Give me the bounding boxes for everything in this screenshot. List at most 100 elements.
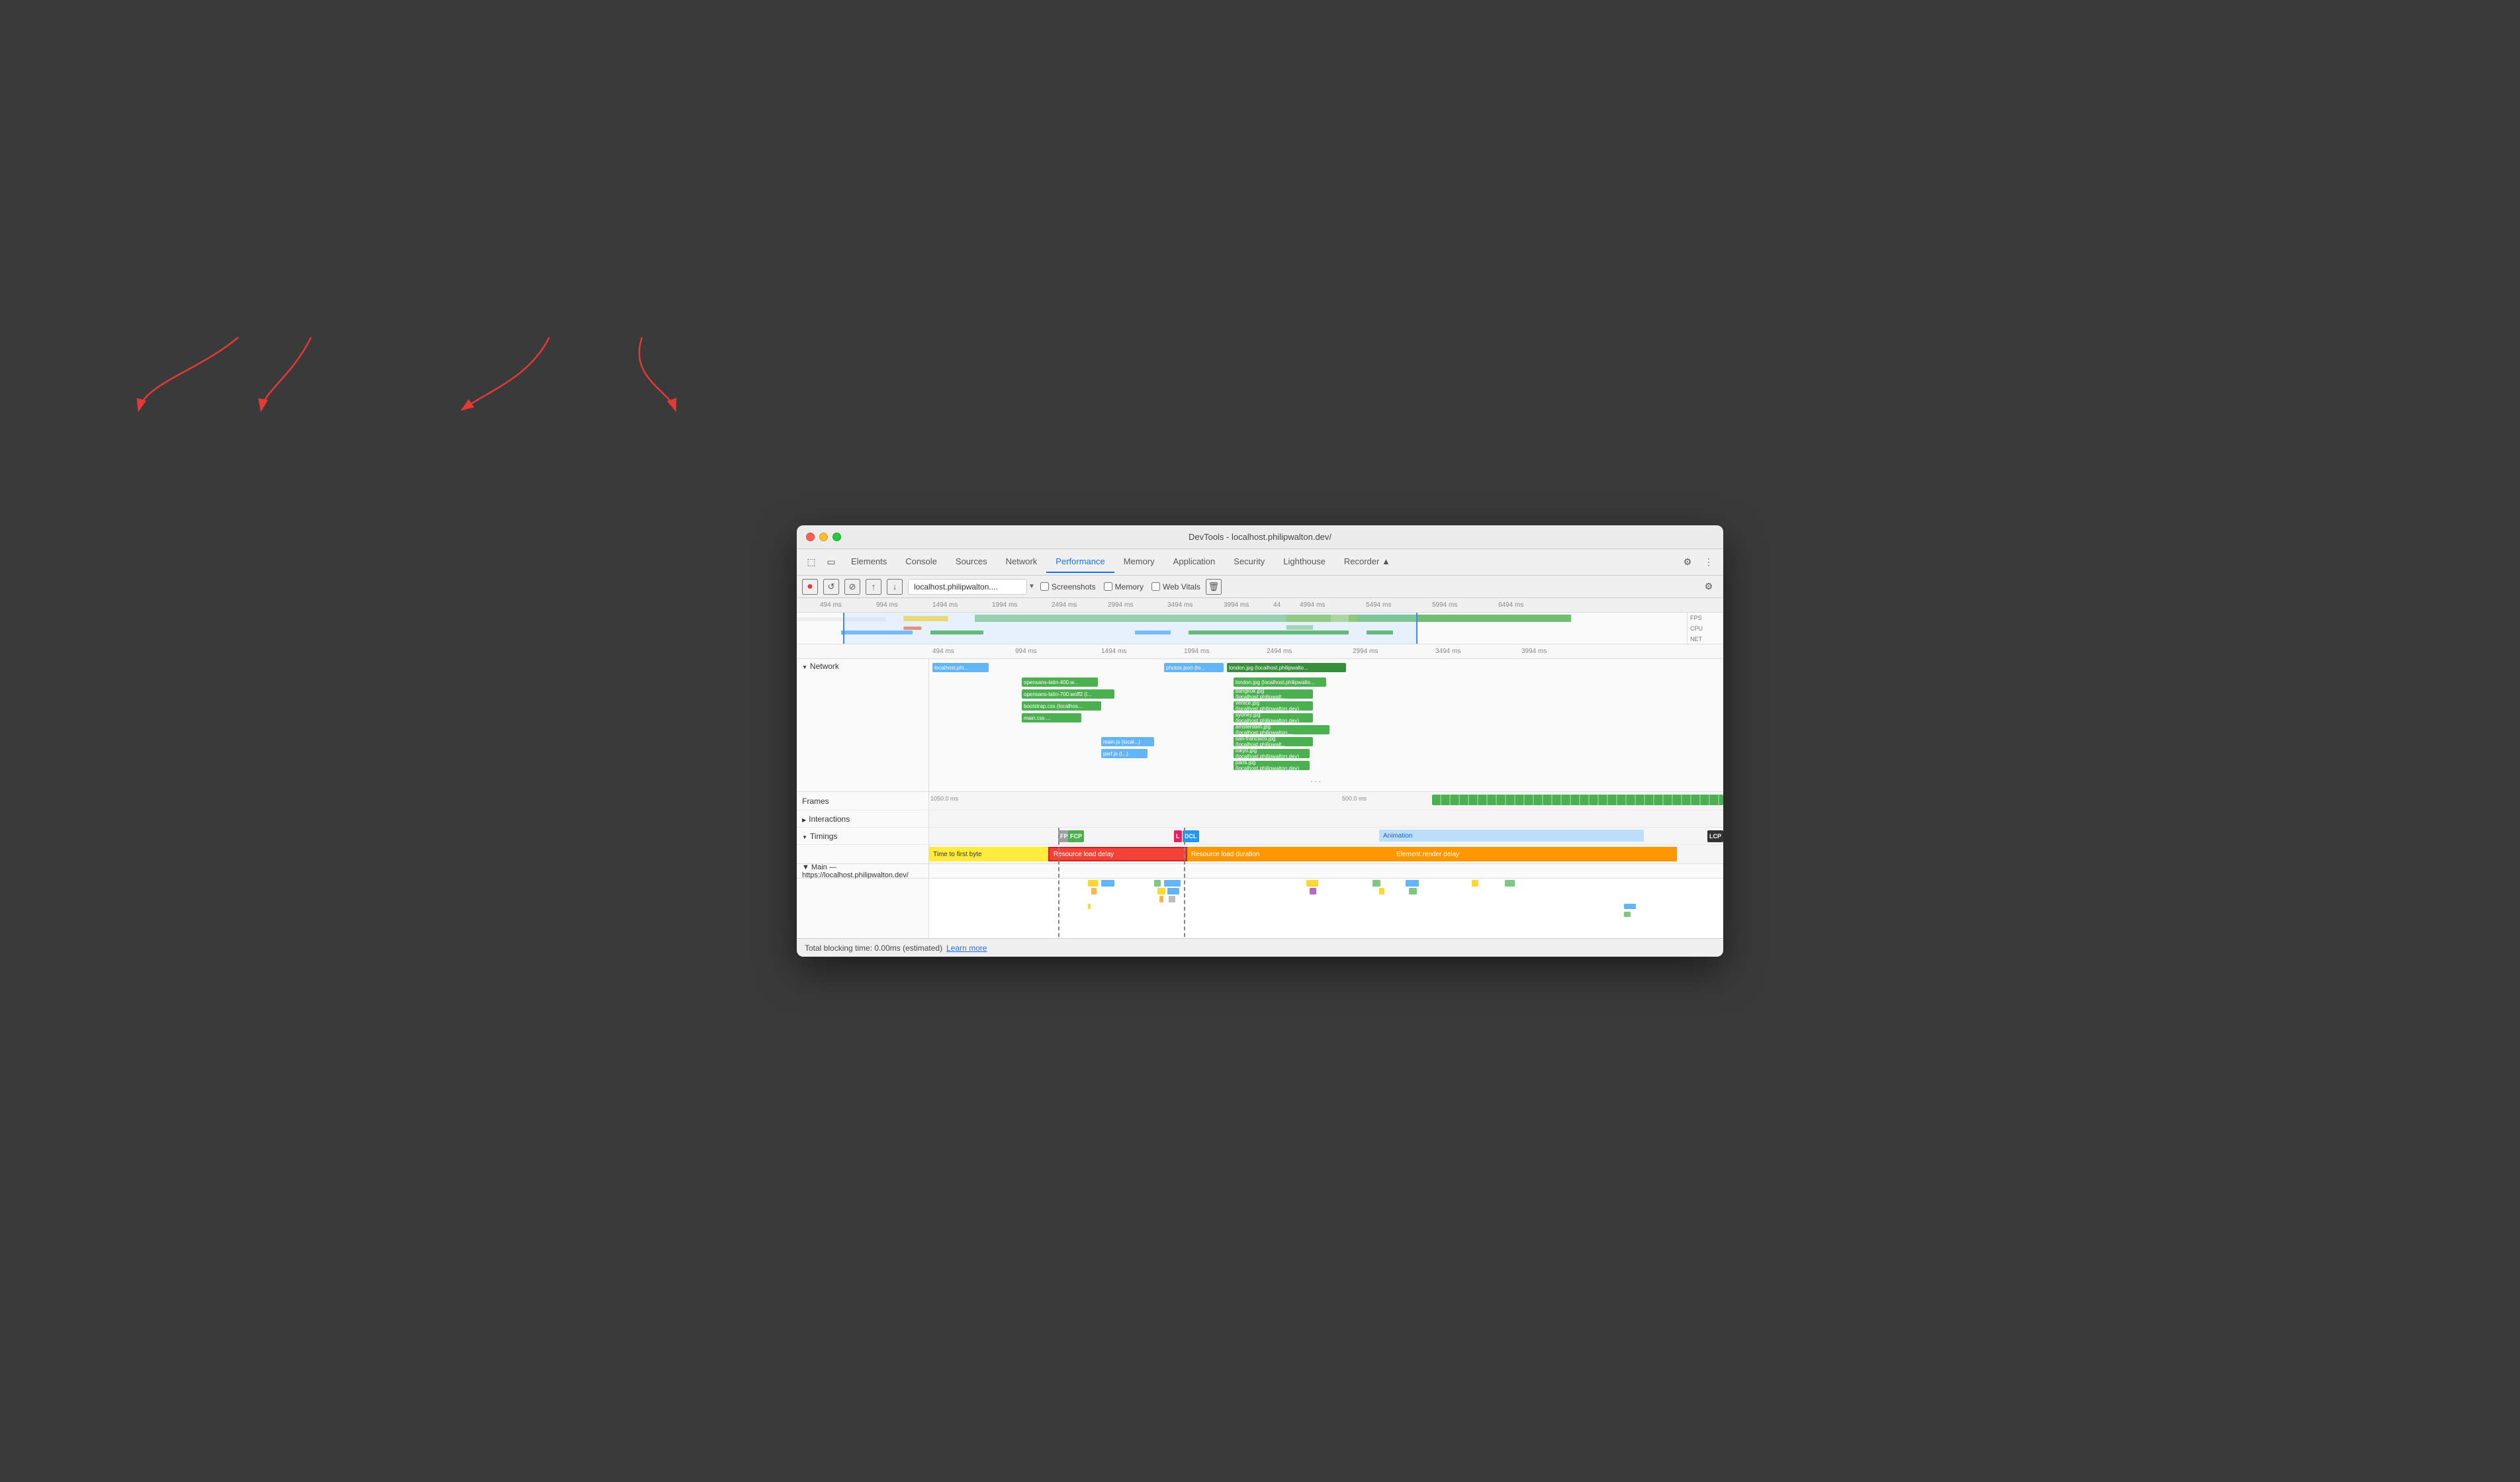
device-icon[interactable]: ▭: [822, 553, 840, 572]
traffic-lights: [806, 533, 841, 541]
interactions-label[interactable]: Interactions: [797, 810, 929, 827]
memory-checkbox-label[interactable]: Memory: [1104, 582, 1144, 591]
net-bar-amsterdam[interactable]: amsterdam.jpg (localhost.philipwalton...…: [1234, 725, 1329, 734]
frames-ms2: 500.0 ms: [1342, 795, 1367, 802]
frames-ms1: 1050.0 ms: [930, 795, 958, 802]
main-thread-label[interactable]: ▼ Main — https://localhost.philipwalton.…: [797, 864, 929, 878]
tab-recorder[interactable]: Recorder ▲: [1335, 551, 1400, 573]
l-marker: L: [1174, 830, 1182, 842]
tab-security[interactable]: Security: [1224, 551, 1274, 573]
main-thread-label-text: ▼ Main — https://localhost.philipwalton.…: [802, 863, 923, 879]
tab-performance[interactable]: Performance: [1046, 551, 1114, 573]
main-thread-left: [797, 879, 929, 938]
tab-elements[interactable]: Elements: [842, 551, 896, 573]
trash-icon[interactable]: 🗑: [1206, 579, 1222, 595]
net-bar-photosjson[interactable]: photos.json (lo...: [1164, 663, 1224, 672]
net-bar-sydney[interactable]: sydney.jpg (localhost.philipwalton.dev): [1234, 713, 1313, 722]
tab-network[interactable]: Network: [997, 551, 1047, 573]
timings-label-text: Timings: [810, 832, 838, 841]
settings-icon[interactable]: ⚙: [1678, 553, 1697, 572]
timings-expand-icon[interactable]: [802, 832, 807, 841]
download-button[interactable]: ↓: [887, 579, 903, 595]
reload-button[interactable]: ↺: [823, 579, 839, 595]
flame-9: [1505, 880, 1515, 887]
ruler-label-2994: 2994 ms: [1108, 601, 1133, 609]
flame-r2-1: [1091, 888, 1097, 894]
toolbar: ⬚ ▭ Elements Console Sources Network Per…: [797, 549, 1723, 576]
net-bar-venice[interactable]: venice.jpg (localhost.philipwalton.dev): [1234, 701, 1313, 711]
flame-4: [1164, 880, 1181, 887]
rlduration-bar: Resource load duration: [1187, 847, 1392, 861]
memory-checkbox[interactable]: [1104, 582, 1112, 591]
net-bar-opensans400[interactable]: opensans-latin-400.w...: [1022, 677, 1098, 687]
selection-overlay[interactable]: [843, 613, 1418, 644]
flame-r2-6: [1409, 888, 1417, 894]
settings-icon-right[interactable]: ⚙: [1699, 578, 1718, 596]
webvitals-checkbox[interactable]: [1151, 582, 1160, 591]
net-bar-perfjs[interactable]: perf.js (l...): [1101, 749, 1148, 758]
flame-r4-1: [1088, 904, 1091, 909]
flame-r3-2: [1169, 896, 1175, 902]
ruler-label-5494: 5494 ms: [1366, 601, 1391, 609]
right-labels: FPS CPU NET: [1687, 613, 1723, 644]
interactions-expand-icon[interactable]: [802, 814, 806, 824]
net-bar-bootstrap[interactable]: bootstrap.css (localhos...: [1022, 701, 1101, 711]
statusbar-text: Total blocking time: 0.00ms (estimated): [805, 943, 942, 953]
timings-label[interactable]: Timings: [797, 828, 929, 844]
fps-label: FPS: [1690, 615, 1723, 621]
net-bar-london1[interactable]: london.jpg (localhost.philipwalto...: [1227, 663, 1346, 672]
screenshots-checkbox-label[interactable]: Screenshots: [1040, 582, 1096, 591]
tab-memory[interactable]: Memory: [1114, 551, 1164, 573]
net-bar-london2[interactable]: london.jpg (localhost.philipwalto...: [1234, 677, 1326, 687]
net-bar-sanfrancisco[interactable]: san-francisco.jpg (localhost.philipwalt.…: [1234, 737, 1313, 746]
net-bar-localhost[interactable]: localhost.phi...: [932, 663, 989, 672]
ruler-label-2494: 2494 ms: [1052, 601, 1077, 609]
lcp-breakdown-label-empty: [797, 845, 929, 863]
fcp-marker: FCP: [1068, 830, 1084, 842]
flame-r2-3: [1167, 888, 1179, 894]
close-button[interactable]: [806, 533, 815, 541]
statusbar-link[interactable]: Learn more: [946, 943, 987, 953]
clear-button[interactable]: ⊘: [844, 579, 860, 595]
detail-ruler-1494: 1494 ms: [1101, 648, 1126, 655]
ruler-label-1494: 1494 ms: [932, 601, 958, 609]
main-thread-content[interactable]: [929, 879, 1723, 938]
erd-bar: Element render delay: [1392, 847, 1677, 861]
screenshots-checkbox[interactable]: [1040, 582, 1049, 591]
statusbar: Total blocking time: 0.00ms (estimated) …: [797, 938, 1723, 957]
rld-bar: Resource load delay: [1048, 847, 1187, 861]
tab-sources[interactable]: Sources: [946, 551, 997, 573]
webvitals-checkbox-label[interactable]: Web Vitals: [1151, 582, 1200, 591]
flame-8: [1472, 880, 1478, 887]
tab-console[interactable]: Console: [896, 551, 946, 573]
url-input[interactable]: [908, 579, 1027, 595]
network-expand-icon[interactable]: [802, 662, 807, 671]
frames-blocks: 1050.0 ms 500.0 ms: [929, 794, 1723, 807]
net-bar-paris[interactable]: paris.jpg (localhost.philipwalton.dev): [1234, 761, 1310, 770]
inspect-icon[interactable]: ⬚: [802, 553, 821, 572]
network-label: Network: [797, 659, 929, 791]
checkboxes: Screenshots Memory Web Vitals: [1040, 582, 1200, 591]
tab-application[interactable]: Application: [1164, 551, 1225, 573]
detail-ruler-1994: 1994 ms: [1184, 648, 1209, 655]
detail-ruler-3494: 3494 ms: [1435, 648, 1461, 655]
net-bar-opensans700[interactable]: opensans-latin-700.woff2 (l...: [1022, 689, 1114, 699]
ruler-label-494: 494 ms: [820, 601, 842, 609]
net-bar-maincss[interactable]: main.css ...: [1022, 713, 1081, 722]
flame-2: [1101, 880, 1114, 887]
tab-lighthouse[interactable]: Lighthouse: [1274, 551, 1335, 573]
controls-bar: ● ↺ ⊘ ↑ ↓ ▼ Screenshots Memory Web Vital…: [797, 576, 1723, 598]
net-bar-bangkok[interactable]: bangkok.jpg (localhost.philipwalt...: [1234, 689, 1313, 699]
network-section: Network localhost.phi... opensans-latin-…: [797, 659, 1723, 792]
net-bar-tokyo[interactable]: tokyo.jpg (localhost.philipwalton.dev): [1234, 749, 1310, 758]
detail-ruler: 494 ms 994 ms 1494 ms 1994 ms 2494 ms 29…: [797, 644, 1723, 659]
upload-button[interactable]: ↑: [866, 579, 881, 595]
more-options-icon[interactable]: ⋮: [1699, 553, 1718, 572]
overview-area[interactable]: 494 ms 994 ms 1494 ms 1994 ms 2494 ms 29…: [797, 598, 1723, 644]
window-title: DevTools - localhost.philipwalton.dev/: [1189, 532, 1331, 542]
minimize-button[interactable]: [819, 533, 828, 541]
interactions-row: Interactions: [797, 810, 1723, 828]
maximize-button[interactable]: [832, 533, 841, 541]
net-bar-mainjs[interactable]: main.js (local...): [1101, 737, 1154, 746]
record-button[interactable]: ●: [802, 579, 818, 595]
